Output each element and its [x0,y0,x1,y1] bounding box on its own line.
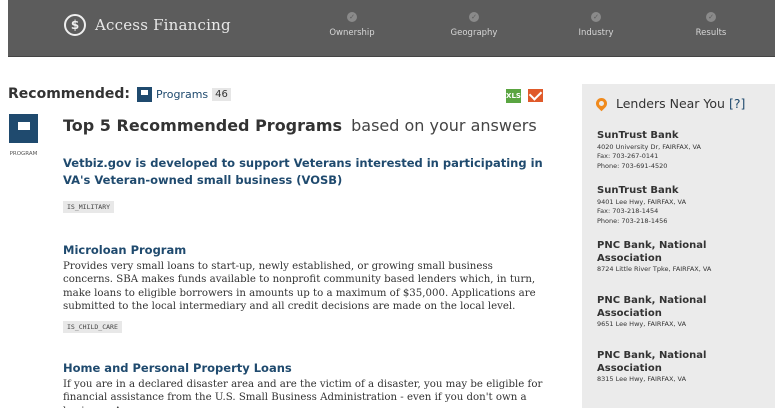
tab-programs[interactable]: Programs 46 [137,87,231,102]
lender-name: PNC Bank, National Association [597,350,707,374]
lender-address: 8315 Lee Hwy, FAIRFAX, VA [597,375,687,383]
program-tag: IS_CHILD_CARE [63,320,122,333]
step-label: Results [695,28,727,38]
export-excel-button[interactable]: XLS [506,89,521,103]
program-icon-label: PROGRAM [9,151,38,157]
program-flag-icon [9,114,38,143]
lender-fax: Fax: 703-218-1454 [597,207,659,215]
check-icon: ✓ [469,12,479,22]
lender-phone: Phone: 703-218-1456 [597,216,668,225]
brand[interactable]: $ Access Financing [64,14,231,36]
step-industry[interactable]: ✓ Industry [546,12,646,38]
lender-address: 4020 University Dr, FAIRFAX, VA [597,142,701,151]
lender-address: 9651 Lee Hwy, FAIRFAX, VA [597,320,687,328]
program-description: If you are in a declared disaster area a… [63,379,543,408]
lender-name: SunTrust Bank [597,130,679,141]
lender-card: PNC Bank, National Association 9651 Lee … [597,295,767,330]
step-label: Geography [450,28,498,38]
program-item: Home and Personal Property Loans If you … [63,360,543,408]
program-tag: IS_MILITARY [63,201,115,213]
step-label: Ownership [329,28,375,38]
lenders-title: Lenders Near You [616,96,725,111]
lenders-help-link[interactable]: [?] [729,96,745,111]
page-title: Top 5 Recommended Programs based on your… [63,116,537,135]
program-item: Vetbiz.gov is developed to support Veter… [63,155,543,213]
program-title-link[interactable]: Vetbiz.gov is developed to support Veter… [63,155,543,189]
lender-card: SunTrust Bank 9401 Lee Hwy, FAIRFAX, VA … [597,185,767,226]
lenders-header: Lenders Near You [?] [593,95,745,112]
step-results[interactable]: ✓ Results [661,12,761,38]
lenders-sidebar: Lenders Near You [?] SunTrust Bank 4020 … [582,84,775,408]
app-title: Access Financing [95,16,231,34]
lender-name: PNC Bank, National Association [597,295,707,319]
lender-address: 8724 Little River Tpke, FAIRFAX, VA [597,265,712,273]
lender-card: SunTrust Bank 4020 University Dr, FAIRFA… [597,130,767,171]
check-icon: ✓ [347,12,357,22]
top-nav-bar: $ Access Financing ✓ Ownership ✓ Geograp… [8,0,775,57]
page-title-strong: Top 5 Recommended Programs [63,116,343,135]
email-button[interactable] [528,89,543,102]
map-pin-icon [593,95,610,112]
step-label: Industry [578,28,614,38]
lender-card: PNC Bank, National Association 8315 Lee … [597,350,767,385]
lender-card: PNC Bank, National Association 8724 Litt… [597,240,767,275]
lender-name: SunTrust Bank [597,185,679,196]
program-title-link[interactable]: Home and Personal Property Loans [63,360,543,377]
lender-name: PNC Bank, National Association [597,240,707,264]
tab-programs-label: Programs [156,88,209,101]
program-title-link[interactable]: Microloan Program [63,242,543,259]
program-description: Provides very small loans to start-up, n… [63,261,536,313]
lender-fax: Fax: 703-267-0141 [597,152,659,160]
lender-phone: Phone: 703-691-4520 [597,161,668,170]
check-icon: ✓ [706,12,716,22]
check-icon: ✓ [591,12,601,22]
page-title-light: based on your answers [351,116,537,135]
program-item: Microloan Program Provides very small lo… [63,242,543,333]
flag-icon [137,87,152,102]
step-ownership[interactable]: ✓ Ownership [302,12,402,38]
lender-address: 9401 Lee Hwy, FAIRFAX, VA [597,197,687,206]
step-geography[interactable]: ✓ Geography [424,12,524,38]
tab-programs-count: 46 [212,88,231,101]
dollar-icon: $ [64,14,86,36]
recommended-label: Recommended: [8,86,130,102]
